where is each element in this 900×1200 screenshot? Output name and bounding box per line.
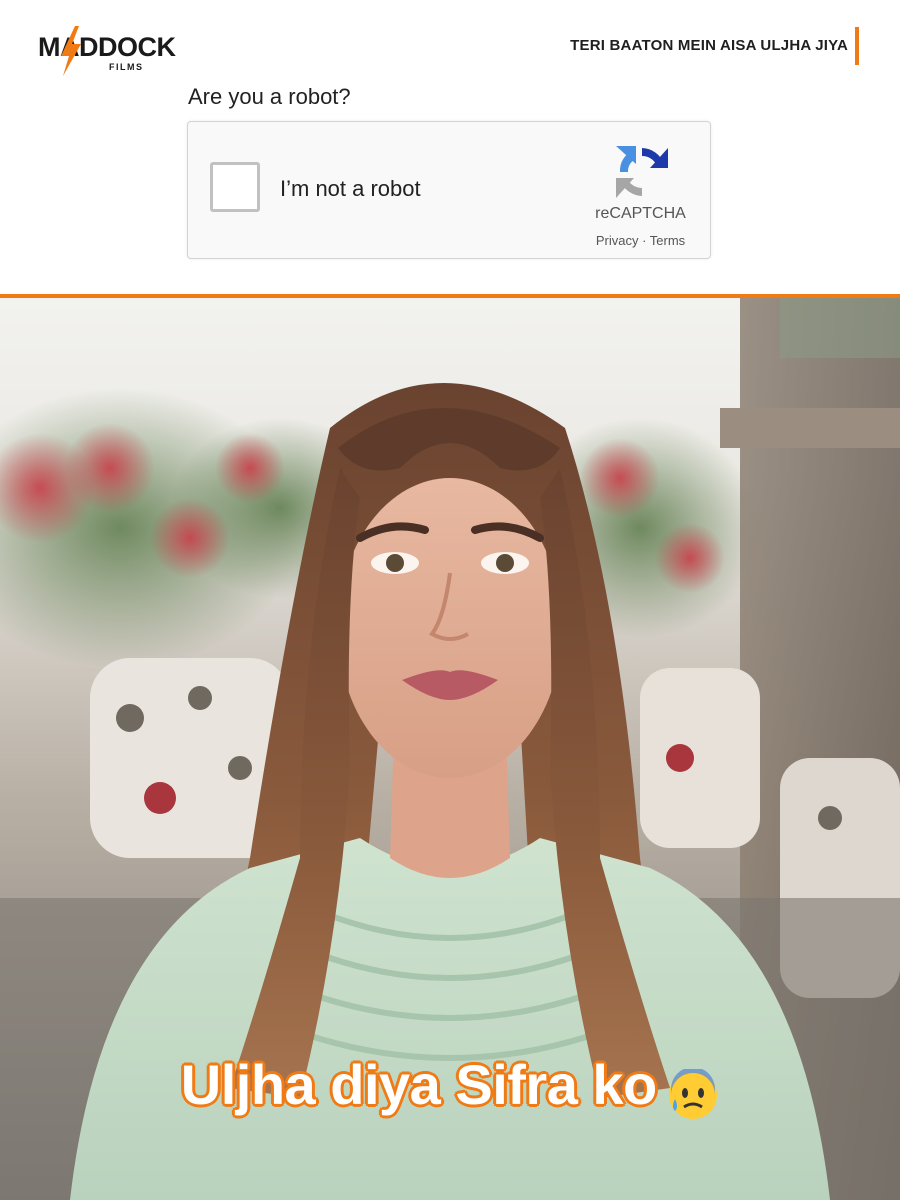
recaptcha-brand: reCAPTCHA bbox=[595, 205, 686, 222]
meme-caption: Uljha diya Sifra ko bbox=[0, 1052, 900, 1121]
recaptcha-links: Privacy · Terms bbox=[583, 233, 698, 248]
logo-subtitle: FILMS bbox=[109, 62, 144, 72]
recaptcha-logo-icon bbox=[616, 146, 668, 198]
anxious-face-with-sweat-icon bbox=[669, 1068, 718, 1119]
caption-text: Uljha diya Sifra ko bbox=[180, 1053, 658, 1116]
logo-bolt-icon bbox=[61, 26, 81, 76]
terms-link[interactable]: Terms bbox=[650, 233, 685, 248]
maddock-films-logo[interactable]: MADDOCK FILMS bbox=[38, 26, 188, 78]
checkbox-label: I’m not a robot bbox=[280, 176, 421, 201]
link-separator: · bbox=[638, 233, 650, 248]
not-a-robot-checkbox[interactable] bbox=[210, 162, 260, 212]
header: MADDOCK FILMS TERI BAATON MEIN AISA ULJH… bbox=[0, 0, 900, 80]
tagline-accent-bar bbox=[855, 27, 859, 65]
privacy-link[interactable]: Privacy bbox=[596, 233, 639, 248]
captcha-question: Are you a robot? bbox=[188, 84, 351, 109]
recaptcha-widget: I’m not a robot reCAPTCHA Privacy · Term… bbox=[187, 121, 711, 259]
film-tagline: TERI BAATON MEIN AISA ULJHA JIYA bbox=[570, 37, 848, 54]
